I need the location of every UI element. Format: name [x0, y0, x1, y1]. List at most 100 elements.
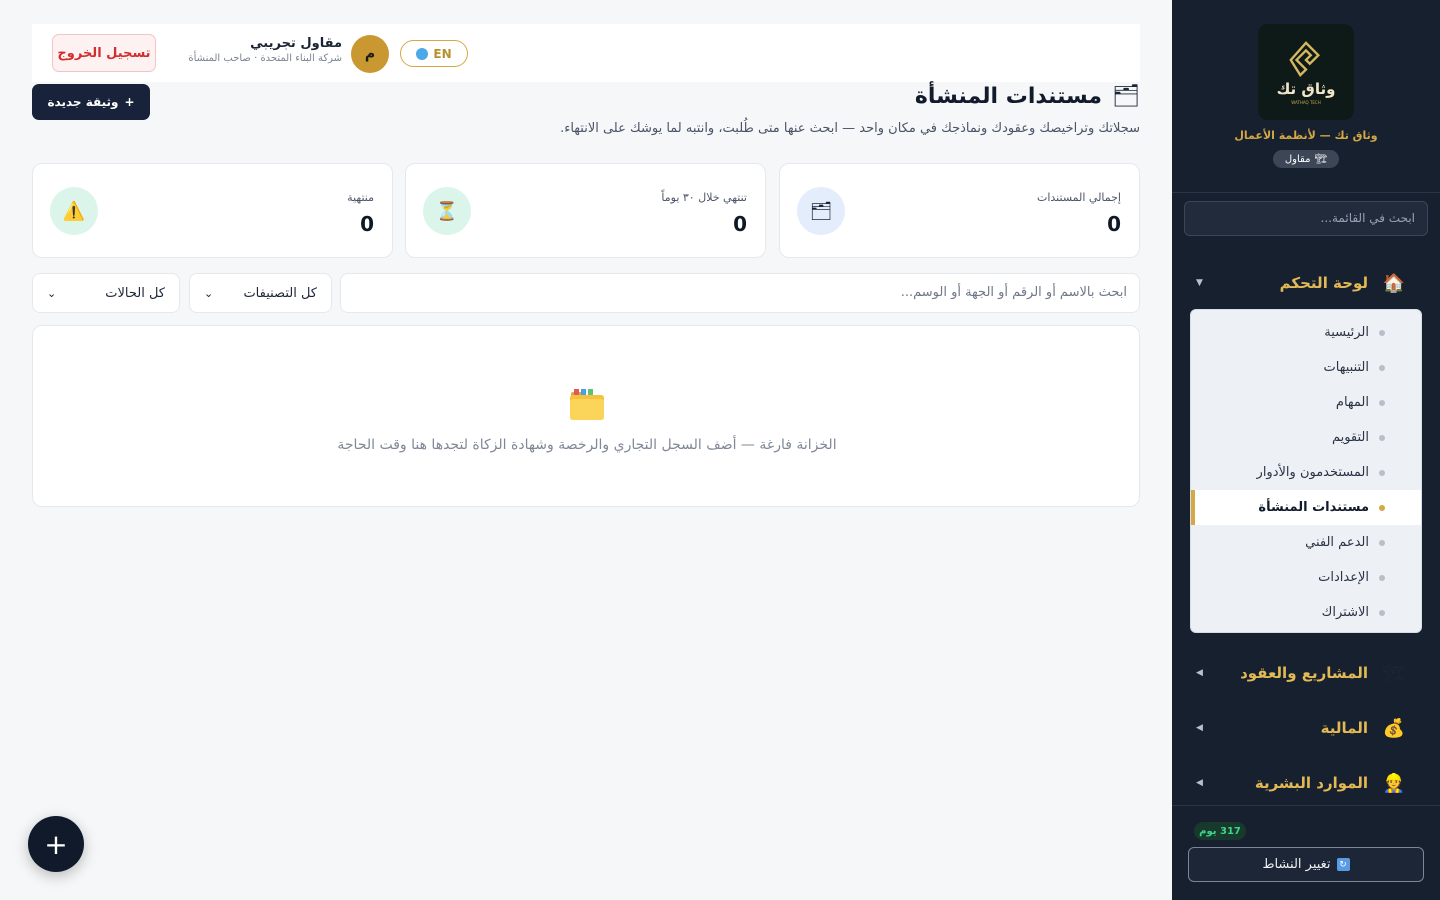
hourglass-icon: ⏳ [423, 187, 471, 235]
category-select[interactable]: كل التصنيفات ⌄ [189, 273, 332, 313]
money-bag-icon: 💰 [1382, 717, 1406, 739]
sidebar-item-notifications[interactable]: التنبيهات [1191, 350, 1421, 385]
sidebar: وثاق تك WATHAQ TECH وثاق تك — لأنظمة الأ… [1172, 0, 1440, 900]
folder-icon: 🗂 [797, 187, 845, 235]
folder-icon [570, 389, 604, 420]
sidebar-item-label: مستندات المنشأة [1258, 500, 1369, 515]
chevron-down-icon: ▼ [1196, 278, 1203, 288]
bullet-dot [1379, 539, 1385, 546]
bullet-dot [1379, 329, 1385, 336]
divider [1172, 805, 1440, 806]
stat-card-expired: منتهية 0 ⚠️ [32, 163, 393, 258]
sidebar-item-label: التقويم [1331, 430, 1369, 445]
bullet-dot [1379, 609, 1385, 616]
dashboard-submenu: الرئيسية التنبيهات المهام التقويم المستخ… [1190, 309, 1422, 633]
house-icon: 🏠 [1382, 272, 1406, 294]
plus-icon: + [124, 95, 135, 109]
bullet-dot [1379, 399, 1385, 406]
bullet-dot [1379, 574, 1385, 581]
stat-value: 0 [1107, 212, 1121, 236]
sidebar-item-company-documents[interactable]: مستندات المنشأة [1191, 490, 1421, 525]
switch-activity-label: تغيير النشاط [1262, 857, 1331, 872]
stat-label: منتهية [347, 191, 374, 204]
chevron-down-icon: ⌄ [47, 286, 57, 300]
new-document-label: وثيقة جديدة [47, 95, 119, 109]
role-badge-label: مقاول [1284, 153, 1311, 165]
switch-activity-button[interactable]: ↻ تغيير النشاط [1188, 847, 1424, 882]
stat-value: 0 [733, 212, 747, 236]
sidebar-section-label: المشاريع والعقود [1240, 664, 1368, 682]
chevron-down-icon: ⌄ [204, 286, 214, 300]
sidebar-section-finance[interactable]: 💰 المالية ◀ [1172, 710, 1440, 746]
stat-value: 0 [360, 212, 374, 236]
sidebar-section-label: المالية [1320, 719, 1368, 737]
sidebar-item-support[interactable]: الدعم الفني [1191, 525, 1421, 560]
bullet-dot [1379, 434, 1385, 441]
brand-tagline: وثاق تك — لأنظمة الأعمال [1234, 129, 1378, 142]
role-badge: 🏗 مقاول [1273, 150, 1339, 168]
divider [1172, 192, 1440, 193]
bullet-dot [1379, 364, 1385, 371]
language-label: EN [433, 46, 452, 61]
globe-icon [416, 47, 429, 60]
floating-add-button[interactable]: + [28, 816, 84, 872]
avatar[interactable]: م [351, 35, 389, 73]
plus-icon: + [44, 827, 68, 861]
worker-icon: 👷 [1382, 772, 1406, 794]
subscription-days-badge: 317 يوم [1194, 822, 1246, 840]
chevron-left-icon: ◀ [1196, 778, 1203, 788]
user-organization: شركة البناء المتحدة · صاحب المنشأة [188, 53, 342, 64]
sidebar-item-settings[interactable]: الإعدادات [1191, 560, 1421, 595]
sidebar-item-label: التنبيهات [1323, 360, 1369, 375]
page-title: 🗂 مستندات المنشأة [915, 84, 1140, 109]
sidebar-section-label: لوحة التحكم [1279, 274, 1368, 292]
stat-card-expiring-soon: تنتهي خلال ٣٠ يوماً 0 ⏳ [405, 163, 766, 258]
crane-icon: 🏗 [1314, 153, 1328, 165]
sidebar-item-users-roles[interactable]: المستخدمون والأدوار [1191, 455, 1421, 490]
status-select[interactable]: كل الحالات ⌄ [32, 273, 180, 313]
sidebar-item-label: المستخدمون والأدوار [1256, 465, 1369, 480]
status-select-value: كل الحالات [105, 285, 165, 301]
sidebar-item-tasks[interactable]: المهام [1191, 385, 1421, 420]
category-select-value: كل التصنيفات [243, 285, 317, 301]
construction-crane-icon: 🏗 [1382, 662, 1406, 684]
sidebar-search-input[interactable]: ابحث في القائمة... [1184, 201, 1428, 236]
page-title-text: مستندات المنشأة [914, 84, 1103, 109]
brand-mark-icon [1289, 40, 1321, 77]
page-subtitle: سجلاتك وتراخيصك وعقودك ونماذجك في مكان و… [560, 121, 1140, 136]
documents-empty-state: الخزانة فارغة — أضف السجل التجاري والرخص… [32, 325, 1140, 507]
empty-state-text: الخزانة فارغة — أضف السجل التجاري والرخص… [337, 437, 837, 453]
sidebar-item-label: الاشتراك [1321, 605, 1369, 620]
sidebar-item-label: الرئيسية [1324, 325, 1369, 340]
topbar: تسجيل الخروج مقاول تجريبي شركة البناء ال… [32, 24, 1140, 82]
stat-card-total: إجمالي المستندات 0 🗂 [779, 163, 1140, 258]
folder-icon: 🗂 [1112, 84, 1140, 109]
sidebar-item-label: الدعم الفني [1305, 535, 1369, 550]
sidebar-section-dashboard[interactable]: 🏠 لوحة التحكم ▼ [1172, 265, 1440, 301]
brand-subtitle: WATHAQ TECH [1291, 99, 1321, 105]
language-toggle-button[interactable]: EN [400, 40, 468, 67]
brand-logo[interactable]: وثاق تك WATHAQ TECH [1258, 24, 1354, 120]
sidebar-section-projects[interactable]: 🏗 المشاريع والعقود ◀ [1172, 655, 1440, 691]
chevron-left-icon: ◀ [1196, 723, 1203, 733]
sidebar-item-label: الإعدادات [1318, 570, 1369, 585]
stat-label: تنتهي خلال ٣٠ يوماً [661, 191, 747, 204]
new-document-button[interactable]: + وثيقة جديدة [32, 84, 150, 120]
document-search-input[interactable]: ابحث بالاسم أو الرقم أو الجهة أو الوسم..… [340, 273, 1140, 313]
refresh-icon: ↻ [1336, 858, 1350, 871]
logout-button[interactable]: تسجيل الخروج [52, 34, 156, 72]
sidebar-section-hr[interactable]: 👷 الموارد البشرية ◀ [1172, 765, 1440, 801]
stat-label: إجمالي المستندات [1037, 191, 1121, 204]
bullet-dot [1379, 504, 1385, 511]
warning-icon: ⚠️ [50, 187, 98, 235]
user-name: مقاول تجريبي [250, 36, 342, 51]
bullet-dot [1379, 469, 1385, 476]
sidebar-item-calendar[interactable]: التقويم [1191, 420, 1421, 455]
user-info: مقاول تجريبي شركة البناء المتحدة · صاحب … [174, 36, 342, 64]
sidebar-item-home[interactable]: الرئيسية [1191, 315, 1421, 350]
sidebar-item-subscription[interactable]: الاشتراك [1191, 595, 1421, 630]
sidebar-section-label: الموارد البشرية [1254, 774, 1368, 792]
chevron-left-icon: ◀ [1196, 668, 1203, 678]
sidebar-item-label: المهام [1335, 395, 1369, 410]
brand-name: وثاق تك [1276, 79, 1336, 98]
